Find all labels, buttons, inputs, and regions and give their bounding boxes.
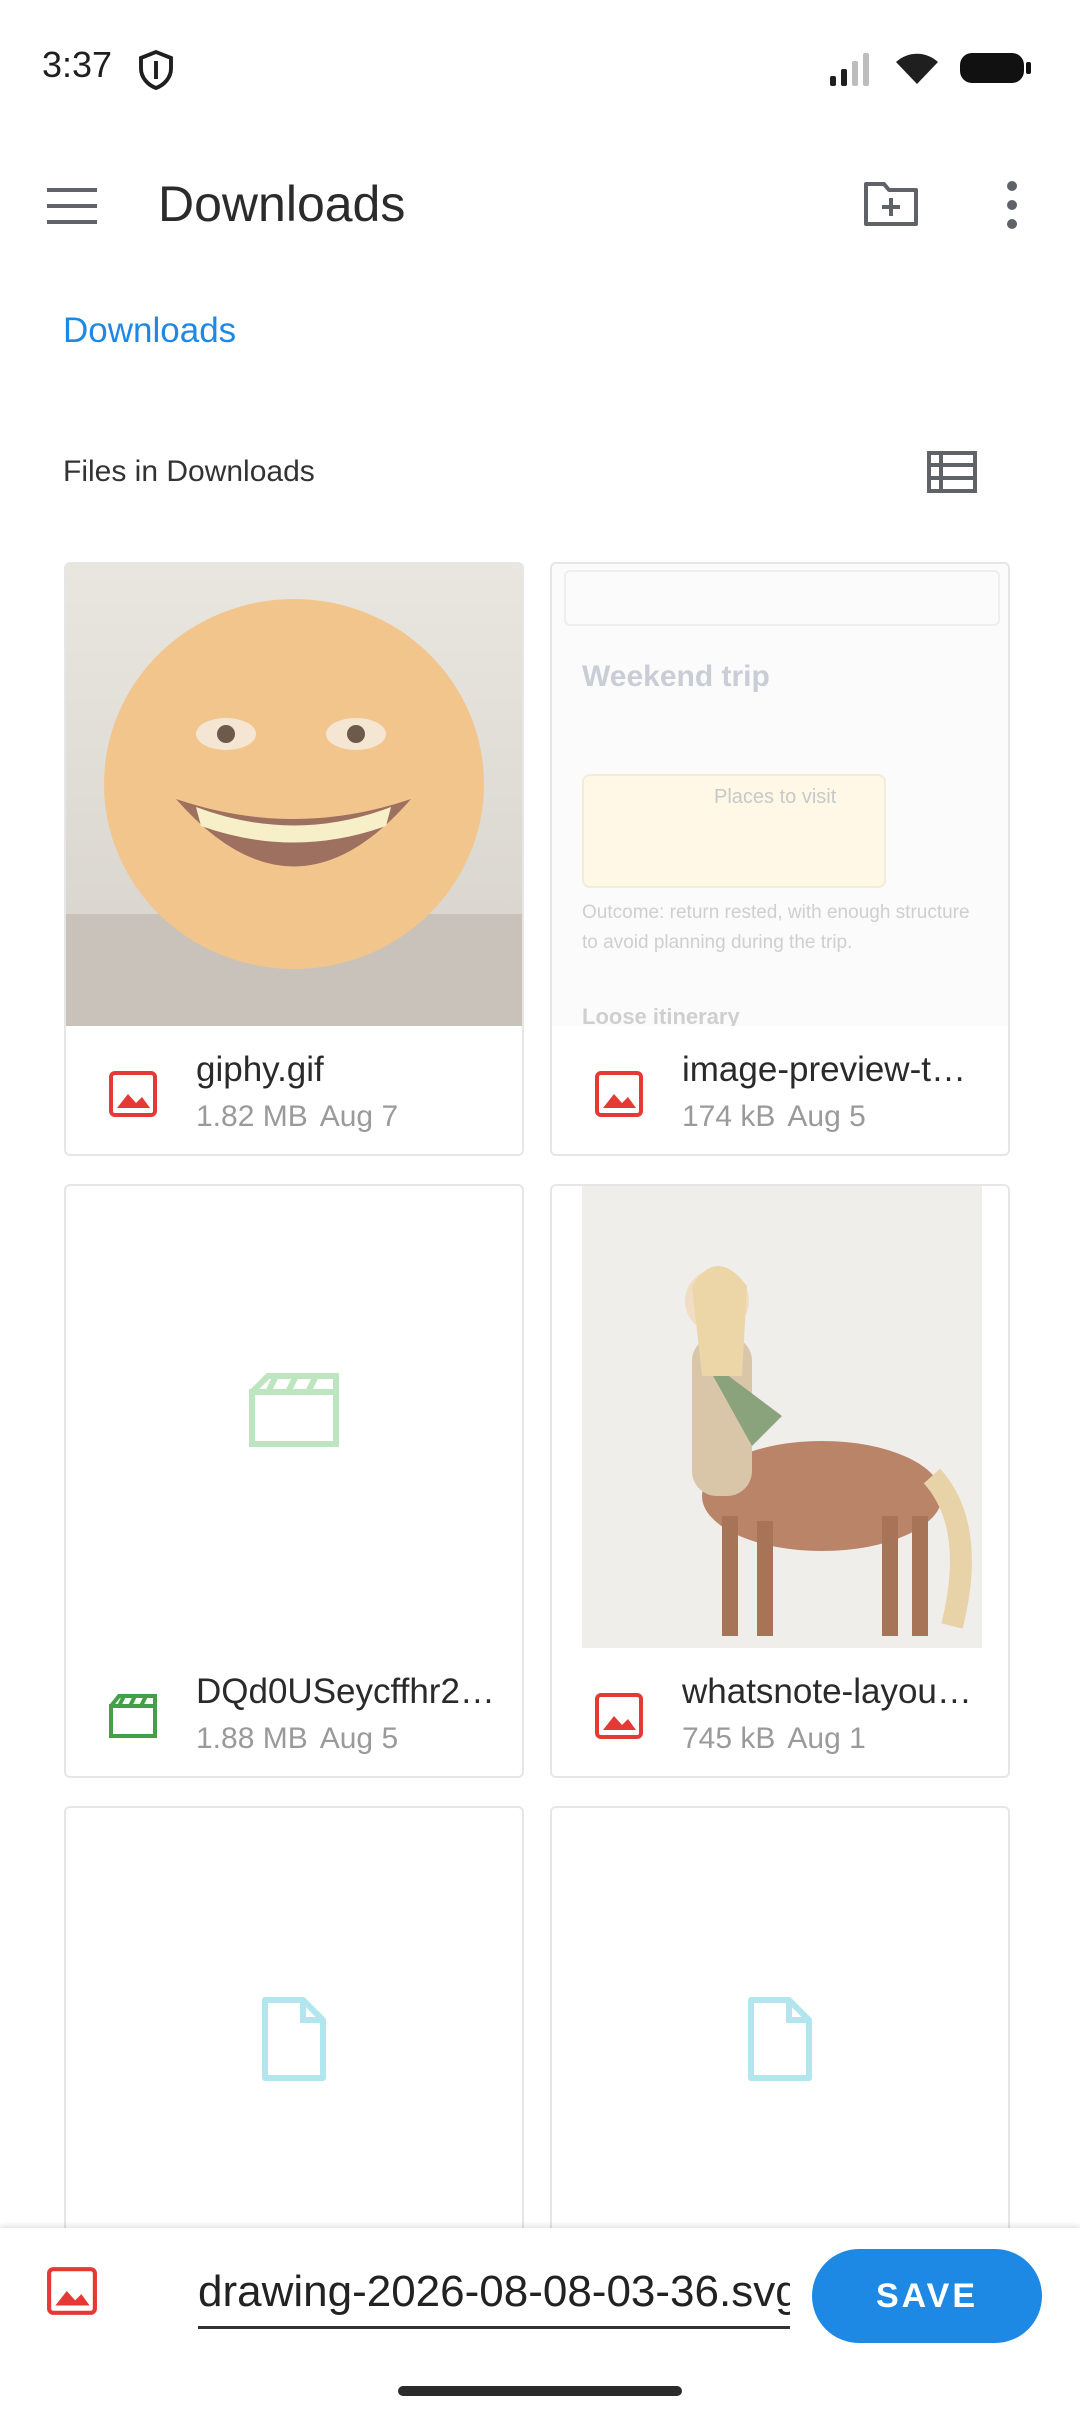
list-view-icon[interactable] xyxy=(924,448,980,496)
status-icons xyxy=(828,50,1034,86)
file-date: Aug 5 xyxy=(787,1100,866,1133)
preview-header xyxy=(564,570,1000,626)
page-title: Downloads xyxy=(158,176,406,232)
file-meta: 745 kB Aug 1 xyxy=(682,1722,866,1756)
video-file-icon xyxy=(109,1694,157,1738)
file-card[interactable]: DQd0USeycffhr2… 1.88 MB Aug 5 xyxy=(64,1184,524,1778)
new-folder-icon[interactable] xyxy=(862,178,920,228)
file-date: Aug 7 xyxy=(319,1100,399,1133)
section-title: Files in Downloads xyxy=(63,455,315,488)
file-card-footer: giphy.gif 1.82 MB Aug 7 xyxy=(66,1026,522,1154)
file-card-footer: whatsnote-layou… 745 kB Aug 1 xyxy=(552,1648,1008,1776)
more-options-icon[interactable] xyxy=(998,178,1026,232)
save-button[interactable]: SAVE xyxy=(812,2249,1042,2343)
shield-icon xyxy=(139,50,173,90)
file-thumbnail: Weekend trip Places to visit Outcome: re… xyxy=(552,564,1008,1026)
file-name: DQd0USeycffhr2… xyxy=(196,1672,495,1711)
preview-card-title: Places to visit xyxy=(714,786,837,808)
file-date: Aug 5 xyxy=(319,1722,399,1755)
orange-thumbnail xyxy=(66,599,522,1026)
file-meta: 1.82 MB Aug 7 xyxy=(196,1100,398,1134)
image-file-icon xyxy=(47,2267,97,2315)
file-card-footer: DQd0USeycffhr2… 1.88 MB Aug 5 xyxy=(66,1648,522,1776)
breadcrumb[interactable]: Downloads xyxy=(63,311,236,351)
filename-input[interactable] xyxy=(198,2258,790,2329)
status-time: 3:37 xyxy=(42,44,113,85)
file-size: 1.82 MB xyxy=(196,1100,308,1133)
document-placeholder-icon xyxy=(748,1997,812,2081)
image-file-icon xyxy=(595,1693,643,1739)
file-thumbnail xyxy=(66,1186,522,1648)
battery-icon xyxy=(960,53,1031,83)
file-card-footer: image-preview-t… 174 kB Aug 5 xyxy=(552,1026,1008,1154)
menu-icon[interactable] xyxy=(44,184,100,228)
file-size: 745 kB xyxy=(682,1722,776,1755)
file-meta: 1.88 MB Aug 5 xyxy=(196,1722,398,1756)
file-thumbnail xyxy=(66,1808,522,2270)
centaur-thumbnail xyxy=(582,1186,982,1648)
image-file-icon xyxy=(595,1071,643,1117)
preview-card: Places to visit xyxy=(582,774,886,888)
file-card[interactable]: whatsnote-layou… 745 kB Aug 1 xyxy=(550,1184,1010,1778)
file-thumbnail xyxy=(552,1186,1008,1648)
file-thumbnail xyxy=(66,564,522,1026)
file-card[interactable]: Weekend trip Places to visit Outcome: re… xyxy=(550,562,1010,1156)
file-thumbnail xyxy=(552,1808,1008,2270)
image-file-icon xyxy=(109,1071,157,1117)
preview-title: Weekend trip xyxy=(582,660,770,693)
home-indicator xyxy=(398,2386,682,2396)
file-meta: 174 kB Aug 5 xyxy=(682,1100,866,1134)
file-card[interactable]: giphy.gif 1.82 MB Aug 7 xyxy=(64,562,524,1156)
file-name: image-preview-t… xyxy=(682,1050,966,1089)
file-date: Aug 1 xyxy=(787,1722,866,1755)
signal-icon xyxy=(830,53,869,86)
preview-text: Outcome: return rested, with enough stru… xyxy=(582,902,970,953)
preview-heading: Loose itinerary xyxy=(582,1004,740,1026)
video-placeholder-icon xyxy=(249,1373,339,1447)
document-placeholder-icon xyxy=(262,1997,326,2081)
file-size: 1.88 MB xyxy=(196,1722,308,1755)
file-size: 174 kB xyxy=(682,1100,776,1133)
wifi-icon xyxy=(896,53,938,84)
file-name: giphy.gif xyxy=(196,1050,324,1089)
file-name: whatsnote-layou… xyxy=(682,1672,972,1711)
